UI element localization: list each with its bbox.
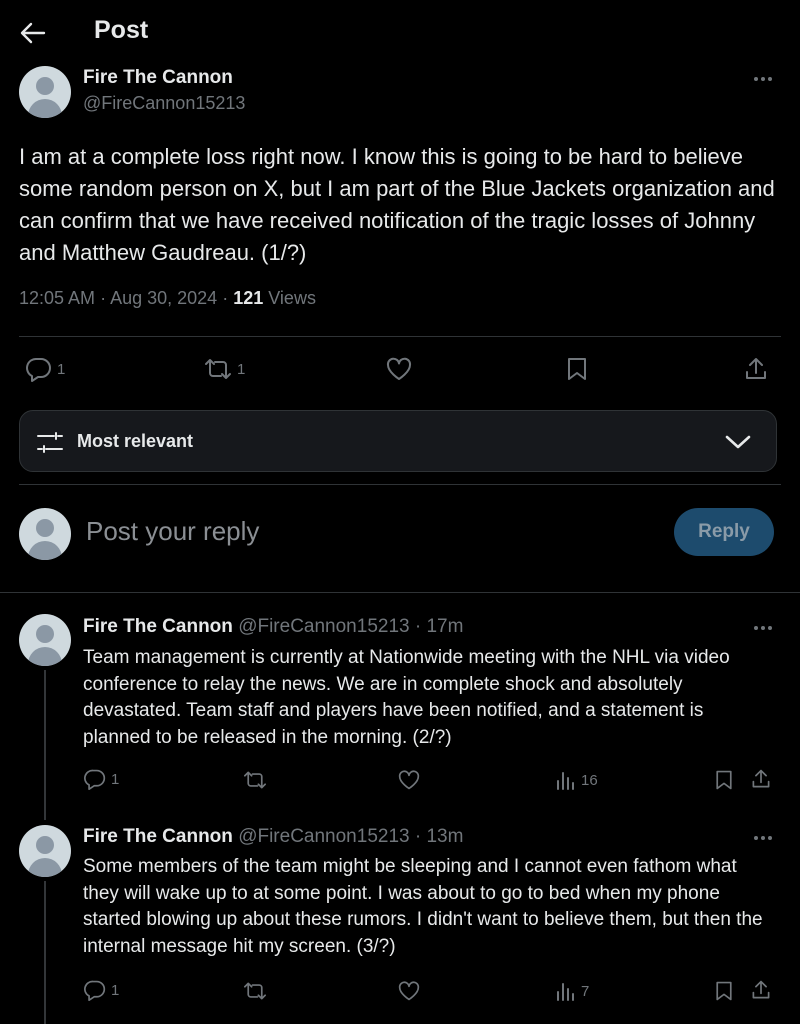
views-count: 121: [233, 288, 264, 308]
repost-count: 1: [237, 360, 246, 378]
like-action[interactable]: [397, 980, 421, 1002]
sort-dropdown[interactable]: Most relevant: [19, 410, 777, 472]
avatar[interactable]: [19, 66, 71, 118]
divider: [0, 592, 800, 593]
reply-header: Fire The Cannon @FireCannon15213 · 17m: [83, 616, 464, 637]
like-action[interactable]: [385, 356, 413, 382]
bookmark-action[interactable]: [713, 979, 735, 1003]
repost-action[interactable]: [242, 980, 268, 1002]
reply-count: 1: [57, 360, 66, 378]
thread-line: [44, 670, 46, 820]
reply-header: Fire The Cannon @FireCannon15213 · 13m: [83, 826, 464, 847]
sort-label: Most relevant: [77, 431, 194, 451]
heart-icon: [398, 770, 420, 790]
more-options-button[interactable]: [752, 72, 774, 86]
reply-action[interactable]: 1: [83, 768, 119, 790]
bookmark-icon: [716, 770, 732, 790]
reply-count: 1: [111, 981, 120, 999]
chevron-down-icon: [725, 435, 751, 449]
post-age[interactable]: 17m: [426, 616, 463, 637]
share-action[interactable]: [750, 978, 772, 1002]
share-action[interactable]: [743, 355, 769, 383]
reply-icon: [26, 357, 51, 382]
post-time[interactable]: 12:05 AM: [19, 288, 95, 308]
divider: [19, 484, 781, 485]
repost-action[interactable]: [242, 769, 268, 791]
avatar[interactable]: [19, 825, 71, 877]
views-count: 16: [581, 771, 598, 789]
analytics-icon: [557, 772, 574, 790]
bookmark-icon: [716, 981, 732, 1001]
bookmark-action[interactable]: [713, 768, 735, 792]
post-meta: 12:05 AM · Aug 30, 2024 · 121 Views: [19, 288, 316, 308]
author-handle[interactable]: @FireCannon15213: [238, 616, 409, 637]
author-name[interactable]: Fire The Cannon: [83, 67, 233, 89]
heart-icon: [386, 357, 412, 380]
views-action[interactable]: 7: [555, 980, 589, 1002]
reply-icon: [84, 769, 106, 790]
more-icon: [754, 626, 772, 630]
post-age[interactable]: 13m: [426, 826, 463, 847]
author-name[interactable]: Fire The Cannon: [83, 616, 233, 637]
filter-icon: [37, 432, 63, 453]
reply-icon: [84, 980, 106, 1001]
bookmark-icon: [568, 358, 586, 380]
views-action[interactable]: 16: [555, 769, 598, 791]
arrow-left-icon: [20, 22, 46, 44]
repost-icon: [205, 359, 231, 379]
more-options-button[interactable]: [752, 621, 774, 635]
author-handle[interactable]: @FireCannon15213: [238, 826, 409, 847]
avatar[interactable]: [19, 614, 71, 666]
more-icon: [754, 77, 772, 81]
more-icon: [754, 836, 772, 840]
repost-action[interactable]: 1: [203, 356, 245, 382]
more-options-button[interactable]: [752, 831, 774, 845]
post-date[interactable]: Aug 30, 2024: [110, 288, 217, 308]
reply-count: 1: [111, 770, 120, 788]
back-button[interactable]: [18, 20, 48, 46]
views-label: Views: [268, 288, 316, 308]
bookmark-action[interactable]: [564, 356, 590, 382]
author-handle[interactable]: @FireCannon15213: [83, 93, 245, 114]
share-icon: [746, 358, 766, 379]
analytics-icon: [557, 983, 574, 1001]
share-icon: [752, 769, 770, 788]
share-icon: [752, 980, 770, 999]
share-action[interactable]: [750, 767, 772, 791]
reply-action[interactable]: 1: [25, 356, 65, 382]
page-title: Post: [94, 16, 149, 44]
like-action[interactable]: [397, 769, 421, 791]
repost-icon: [244, 771, 267, 789]
reply-text: Team management is currently at Nationwi…: [83, 647, 730, 748]
reply-button[interactable]: Reply: [674, 508, 774, 556]
views-count: 7: [581, 982, 590, 1000]
avatar[interactable]: [19, 508, 71, 560]
heart-icon: [398, 981, 420, 1001]
author-name[interactable]: Fire The Cannon: [83, 826, 233, 847]
divider: [19, 336, 781, 337]
reply-action[interactable]: 1: [83, 979, 119, 1001]
post-text: I am at a complete loss right now. I kno…: [19, 144, 775, 265]
thread-line: [44, 881, 46, 1024]
reply-text: Some members of the team might be sleepi…: [83, 856, 763, 957]
reply-input[interactable]: Post your reply: [86, 516, 259, 547]
repost-icon: [244, 982, 267, 1000]
